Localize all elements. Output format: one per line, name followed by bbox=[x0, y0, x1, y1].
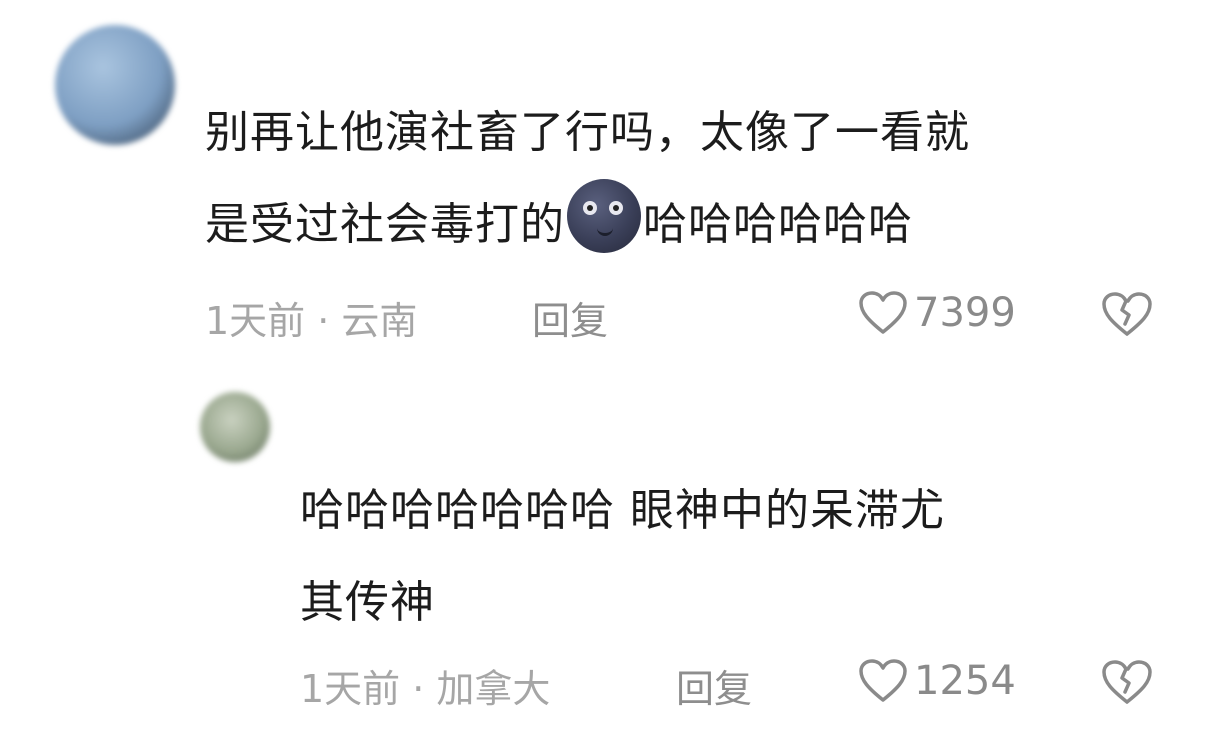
like-count: 7399 bbox=[914, 290, 1016, 336]
comment-meta: 1天前 · 云南 bbox=[205, 299, 418, 343]
comment-text-segment: 是受过社会毒打的 bbox=[205, 199, 565, 250]
like-button[interactable]: 7399 bbox=[858, 290, 1016, 336]
comment-text-line: 其传神 bbox=[300, 577, 435, 628]
like-count: 1254 bbox=[914, 658, 1016, 704]
broken-heart-icon bbox=[1102, 660, 1152, 704]
comment-text-line: 是受过社会毒打的 哈哈哈哈哈哈 bbox=[205, 179, 1185, 271]
heart-icon bbox=[859, 659, 907, 702]
heart-icon bbox=[859, 291, 907, 334]
dislike-button[interactable] bbox=[1100, 658, 1154, 710]
avatar[interactable] bbox=[55, 25, 175, 145]
avatar[interactable] bbox=[200, 392, 270, 462]
comment-meta: 1天前 · 加拿大 bbox=[300, 667, 551, 711]
reply-button[interactable]: 回复 bbox=[676, 658, 752, 713]
dislike-button[interactable] bbox=[1100, 290, 1154, 342]
comment-text: 别再让他演社畜了行吗，太像了一看就 是受过社会毒打的 哈哈哈哈哈哈 bbox=[205, 87, 1185, 271]
moon-face-icon bbox=[567, 179, 641, 253]
comment-text-segment: 哈哈哈哈哈哈 bbox=[643, 199, 913, 250]
comment-text: 哈哈哈哈哈哈哈 眼神中的呆滞尤 其传神 bbox=[300, 465, 1160, 649]
comment-text-line: 别再让他演社畜了行吗，太像了一看就 bbox=[205, 107, 970, 158]
comment-text-line: 哈哈哈哈哈哈哈 眼神中的呆滞尤 bbox=[300, 485, 945, 536]
broken-heart-icon bbox=[1102, 292, 1152, 336]
reply-button[interactable]: 回复 bbox=[532, 290, 608, 345]
like-button[interactable]: 1254 bbox=[858, 658, 1016, 704]
